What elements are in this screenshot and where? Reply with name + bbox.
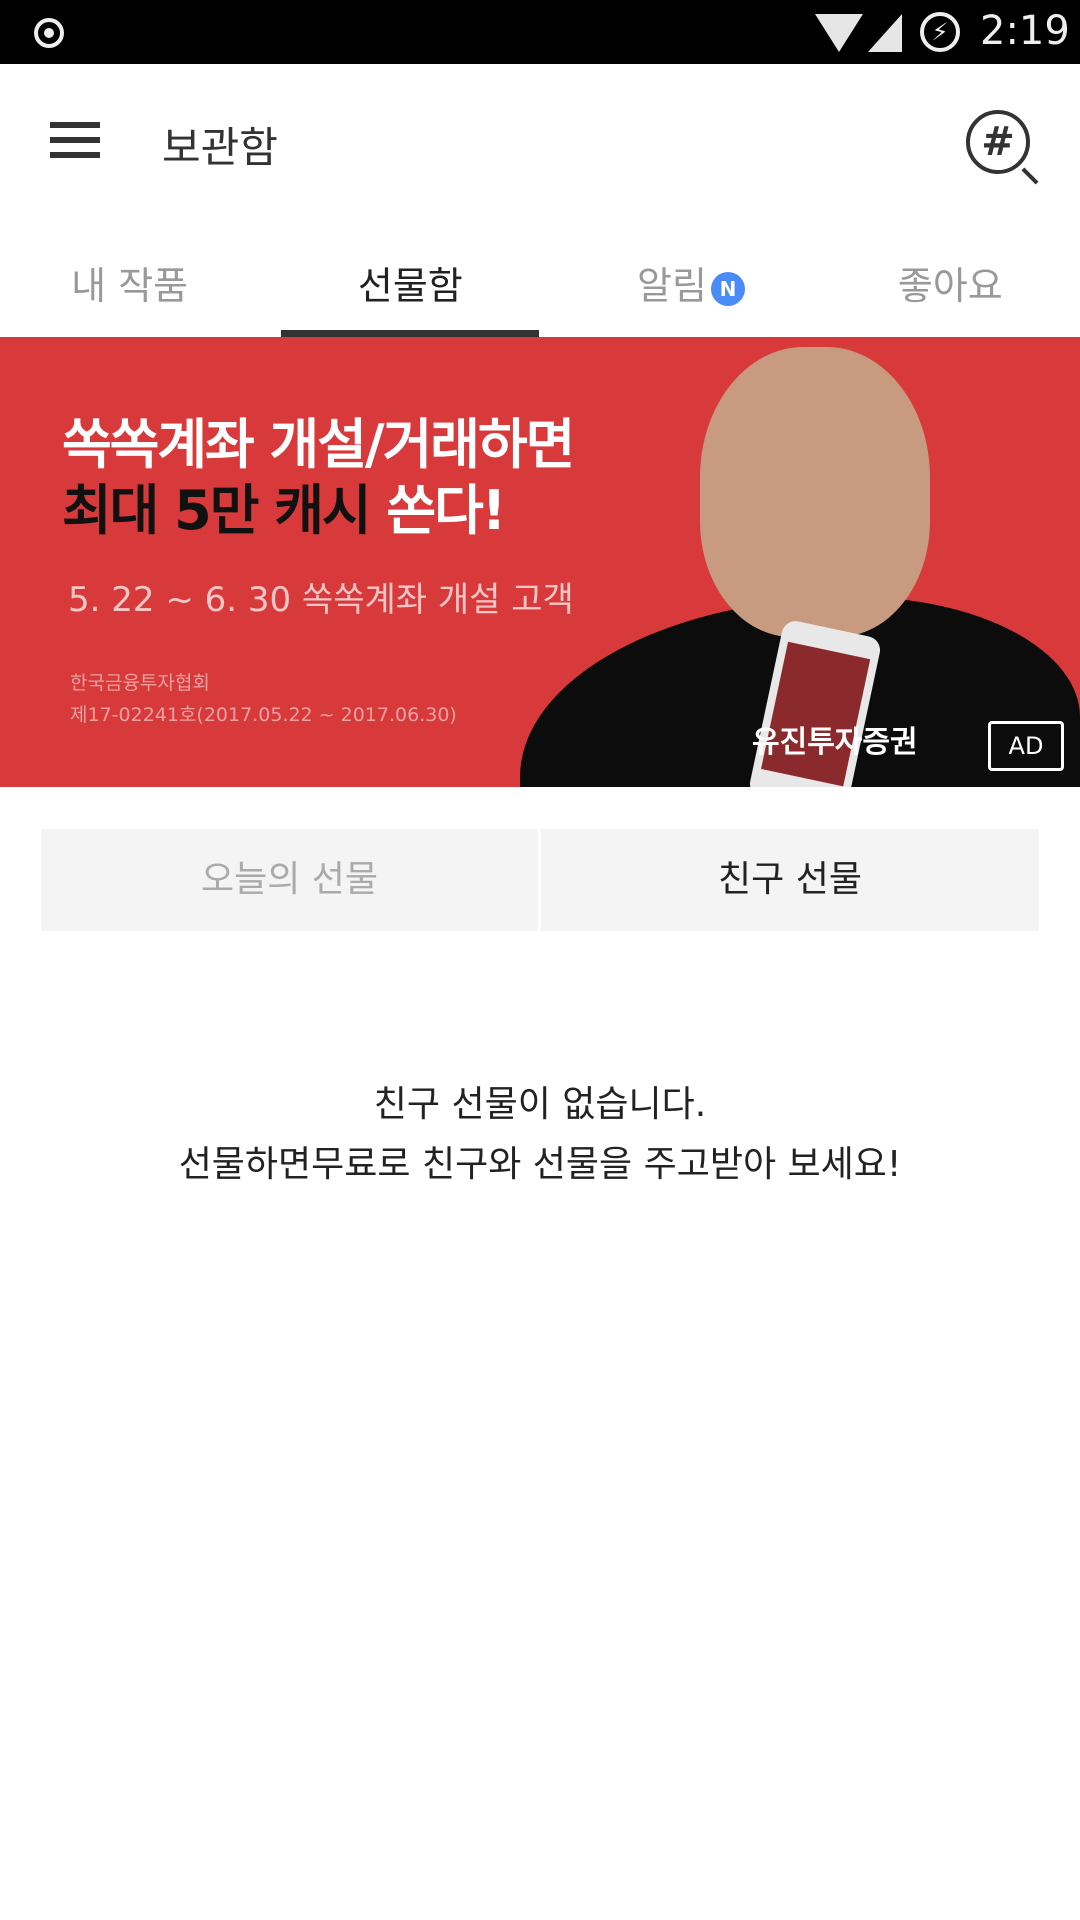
ad-notice-line1: 한국금융투자협회 — [70, 672, 210, 694]
ad-notice-line2: 제17-02241호(2017.05.22 ~ 2017.06.30) — [70, 704, 457, 726]
ad-headline: 쏙쏙계좌 개설/거래하면 최대 5만 캐시 쏜다! — [62, 412, 575, 544]
hamburger-icon[interactable] — [50, 122, 100, 158]
ad-headline-line1: 쏙쏙계좌 개설/거래하면 — [62, 413, 575, 476]
tab-gift-box[interactable]: 선물함 — [281, 210, 540, 337]
brand-logo: 유진투자증권 — [752, 725, 918, 760]
status-bar: ⚡ 2:19 — [0, 0, 1080, 64]
tab-label: 내 작품 — [71, 264, 189, 308]
segment-today-gift[interactable]: 오늘의 선물 — [41, 829, 538, 931]
tab-my-works[interactable]: 내 작품 — [0, 210, 259, 337]
ad-period: 5. 22 ~ 6. 30 쏙쏙계좌 개설 고객 — [68, 580, 574, 620]
tab-label: 좋아요 — [897, 264, 1003, 308]
clock: 2:19 — [980, 8, 1070, 54]
page-title: 보관함 — [162, 123, 278, 172]
app-bar: 보관함 # — [0, 64, 1080, 210]
tab-label: 알림 — [637, 264, 707, 308]
wifi-icon — [815, 14, 863, 52]
record-icon — [34, 18, 64, 48]
ad-headline-line2b: 쏜다! — [386, 479, 506, 542]
ad-label: AD — [988, 721, 1064, 771]
tab-bar: 내 작품 선물함 알림 N 좋아요 — [0, 210, 1080, 337]
tab-notifications[interactable]: 알림 N — [561, 210, 820, 337]
segment-friend-gift[interactable]: 친구 선물 — [541, 829, 1039, 931]
tab-likes[interactable]: 좋아요 — [821, 210, 1080, 337]
empty-line2: 선물하면무료로 친구와 선물을 주고받아 보세요! — [178, 1144, 902, 1185]
ad-banner[interactable]: 쏙쏙계좌 개설/거래하면 최대 5만 캐시 쏜다! 5. 22 ~ 6. 30 … — [0, 337, 1080, 787]
empty-line1: 친구 선물이 없습니다. — [373, 1084, 707, 1125]
signal-icon — [868, 14, 902, 52]
empty-state-message: 친구 선물이 없습니다. 선물하면무료로 친구와 선물을 주고받아 보세요! — [0, 1075, 1080, 1195]
hashtag-search-icon[interactable]: # — [966, 110, 1030, 174]
ad-notice: 한국금융투자협회 제17-02241호(2017.05.22 ~ 2017.06… — [70, 667, 457, 731]
ad-headline-line2a: 최대 5만 캐시 — [62, 479, 372, 542]
new-badge: N — [710, 271, 745, 306]
tab-label: 선물함 — [357, 264, 463, 308]
battery-charging-icon: ⚡ — [920, 12, 960, 52]
